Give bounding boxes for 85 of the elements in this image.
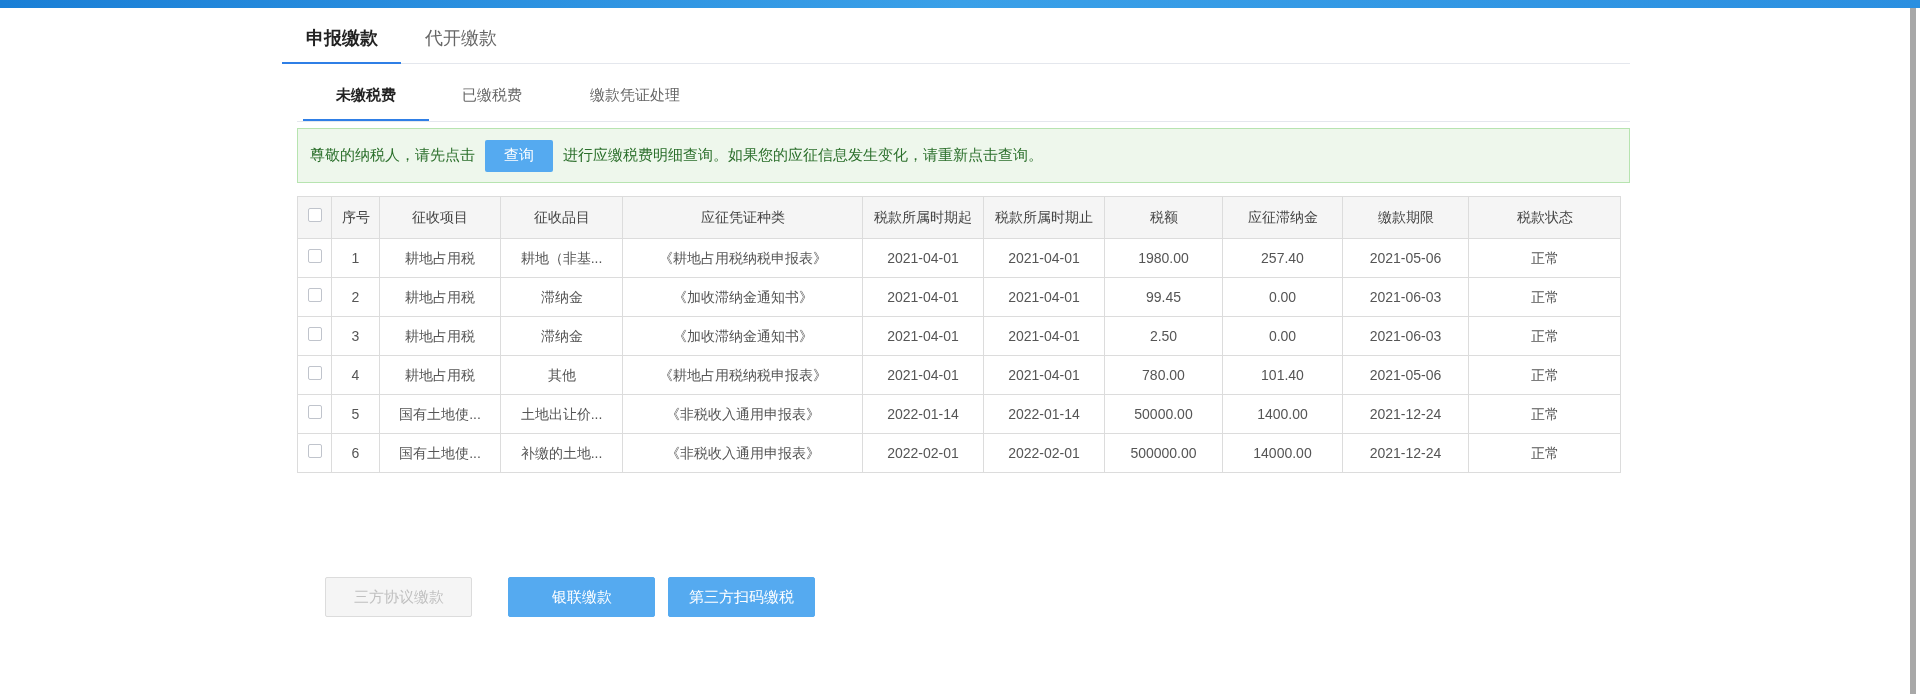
table-cell: 2021-04-01 xyxy=(983,355,1105,395)
table-cell: 2.50 xyxy=(1104,316,1223,356)
table-cell: 滞纳金 xyxy=(500,277,623,317)
table-cell: 2021-06-03 xyxy=(1342,316,1469,356)
table-cell: 正常 xyxy=(1468,433,1621,473)
checkbox[interactable] xyxy=(307,365,322,380)
table-cell: 国有土地使... xyxy=(379,433,501,473)
table-cell: 正常 xyxy=(1468,238,1621,278)
table-cell: 补缴的土地... xyxy=(500,433,623,473)
column-header: 征收品目 xyxy=(500,196,623,239)
table-cell: 其他 xyxy=(500,355,623,395)
table-cell: 2021-04-01 xyxy=(862,355,984,395)
table-cell: 2021-04-01 xyxy=(862,277,984,317)
checkbox[interactable] xyxy=(307,287,322,302)
table-cell: 99.45 xyxy=(1104,277,1223,317)
tab[interactable]: 代开缴款 xyxy=(401,14,520,64)
table-cell: 2021-04-01 xyxy=(983,277,1105,317)
table-cell: 2021-04-01 xyxy=(983,238,1105,278)
column-header: 税款状态 xyxy=(1468,196,1621,239)
column-header: 应征凭证种类 xyxy=(622,196,863,239)
tab[interactable]: 已缴税费 xyxy=(429,71,555,121)
table-cell: 2022-01-14 xyxy=(983,394,1105,434)
table-cell: 2022-01-14 xyxy=(862,394,984,434)
table-cell: 《加收滞纳金通知书》 xyxy=(622,316,863,356)
table-cell: 2022-02-01 xyxy=(862,433,984,473)
table-cell: 3 xyxy=(331,316,380,356)
table-cell: 0.00 xyxy=(1222,277,1343,317)
table-cell: 2021-05-06 xyxy=(1342,355,1469,395)
table-cell: 土地出让价... xyxy=(500,394,623,434)
table-cell: 2 xyxy=(331,277,380,317)
table-cell: 《耕地占用税纳税申报表》 xyxy=(622,355,863,395)
table-cell: 耕地占用税 xyxy=(379,316,501,356)
table-cell: 50000.00 xyxy=(1104,394,1223,434)
table-cell: 500000.00 xyxy=(1104,433,1223,473)
column-header: 税款所属时期止 xyxy=(983,196,1105,239)
table-cell: 1980.00 xyxy=(1104,238,1223,278)
table-cell: 耕地（非基... xyxy=(500,238,623,278)
checkbox[interactable] xyxy=(307,326,322,341)
table-cell: 2021-04-01 xyxy=(983,316,1105,356)
table-cell: 2021-04-01 xyxy=(862,316,984,356)
column-header: 应征滞纳金 xyxy=(1222,196,1343,239)
table-cell: 正常 xyxy=(1468,316,1621,356)
table-cell: 2021-04-01 xyxy=(862,238,984,278)
column-header: 序号 xyxy=(331,196,380,239)
tab[interactable]: 申报缴款 xyxy=(282,14,401,64)
tab[interactable]: 缴款凭证处理 xyxy=(555,71,715,121)
column-header: 税额 xyxy=(1104,196,1223,239)
table-cell: 《非税收入通用申报表》 xyxy=(622,433,863,473)
table-cell: 正常 xyxy=(1468,277,1621,317)
table-cell: 1 xyxy=(331,238,380,278)
column-header: 征收项目 xyxy=(379,196,501,239)
table-cell: 2022-02-01 xyxy=(983,433,1105,473)
scrollbar[interactable] xyxy=(1910,8,1916,694)
table-cell: 0.00 xyxy=(1222,316,1343,356)
tab[interactable]: 未缴税费 xyxy=(303,71,429,121)
table-cell: 780.00 xyxy=(1104,355,1223,395)
table-cell: 1400.00 xyxy=(1222,394,1343,434)
table-cell: 2021-05-06 xyxy=(1342,238,1469,278)
table-cell: 《非税收入通用申报表》 xyxy=(622,394,863,434)
table-cell: 正常 xyxy=(1468,355,1621,395)
column-header: 税款所属时期起 xyxy=(862,196,984,239)
checkbox[interactable] xyxy=(307,248,322,263)
notice-text: 进行应缴税费明细查询。如果您的应征信息发生变化，请重新点击查询。 xyxy=(563,145,1043,166)
checkbox[interactable] xyxy=(307,404,322,419)
table-cell: 2021-12-24 xyxy=(1342,433,1469,473)
table-cell: 2021-12-24 xyxy=(1342,394,1469,434)
table-cell: 滞纳金 xyxy=(500,316,623,356)
table-cell: 2021-06-03 xyxy=(1342,277,1469,317)
table-cell: 耕地占用税 xyxy=(379,238,501,278)
checkbox[interactable] xyxy=(307,443,322,458)
checkbox[interactable] xyxy=(307,208,322,222)
table-cell: 257.40 xyxy=(1222,238,1343,278)
table-cell: 6 xyxy=(331,433,380,473)
table-cell: 14000.00 xyxy=(1222,433,1343,473)
table-cell: 国有土地使... xyxy=(379,394,501,434)
notice-text: 尊敬的纳税人，请先点击 xyxy=(310,145,475,166)
table-cell: 正常 xyxy=(1468,394,1621,434)
table-cell: 《耕地占用税纳税申报表》 xyxy=(622,238,863,278)
table-cell: 5 xyxy=(331,394,380,434)
table-cell: 《加收滞纳金通知书》 xyxy=(622,277,863,317)
table-cell: 101.40 xyxy=(1222,355,1343,395)
table-cell: 耕地占用税 xyxy=(379,277,501,317)
table-cell: 耕地占用税 xyxy=(379,355,501,395)
table-cell: 4 xyxy=(331,355,380,395)
column-header: 缴款期限 xyxy=(1342,196,1469,239)
